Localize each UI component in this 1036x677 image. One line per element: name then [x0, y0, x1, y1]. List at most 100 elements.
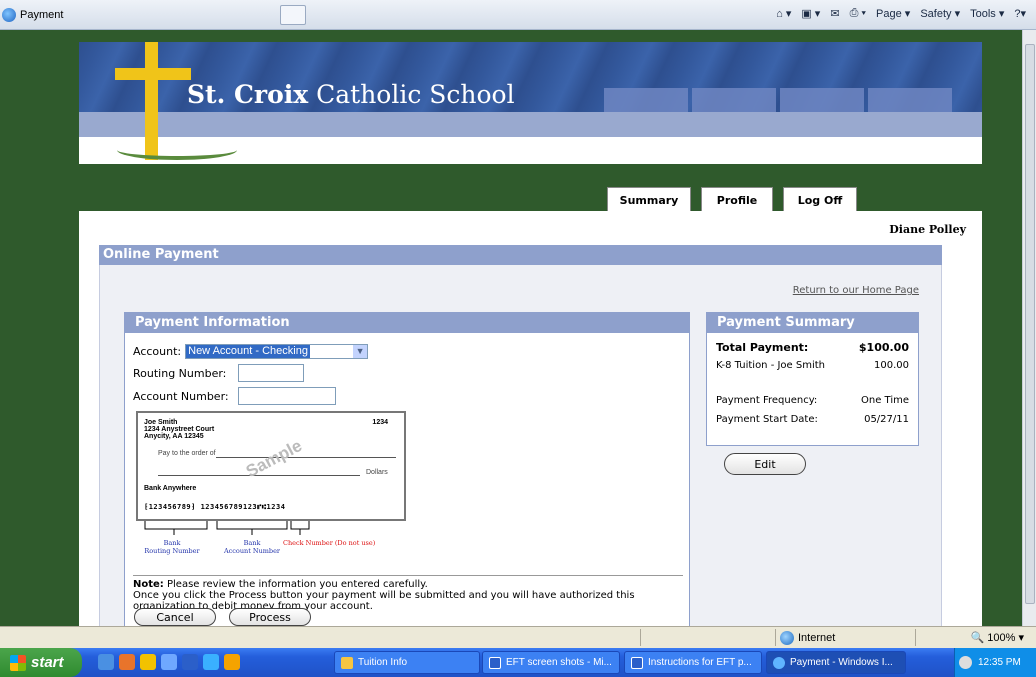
quick-launch-ie-icon[interactable] — [98, 654, 114, 670]
tab-summary[interactable]: Summary — [607, 187, 691, 213]
check-brackets — [141, 521, 421, 535]
word-icon — [631, 656, 643, 669]
account-selected-value: New Account - Checking — [186, 345, 310, 358]
task-eft-instructions[interactable]: Instructions for EFT p... — [624, 651, 762, 674]
mail-icon[interactable]: ✉ — [830, 7, 839, 20]
safety-menu[interactable]: Safety ▾ — [920, 7, 960, 20]
account-number-label: Account Number: — [133, 390, 229, 403]
tab-log-off[interactable]: Log Off — [783, 187, 857, 213]
home-page-link[interactable]: Return to our Home Page — [793, 285, 919, 296]
frequency-value: One Time — [860, 395, 909, 406]
system-tray: 12:35 PM — [954, 648, 1036, 677]
globe-icon — [780, 631, 794, 645]
ie-icon — [773, 656, 785, 669]
page-menu[interactable]: Page ▾ — [876, 7, 910, 20]
start-button[interactable]: start — [0, 648, 82, 677]
edit-button[interactable]: Edit — [724, 453, 806, 475]
clock: 12:35 PM — [978, 657, 1021, 668]
page-viewport: St. Croix Catholic School Summary Profil… — [0, 30, 1022, 626]
bank-account-label: Bank Account Number — [223, 539, 281, 555]
folder-icon — [341, 656, 353, 669]
frequency-row: Payment Frequency: One Time — [716, 395, 909, 406]
note-text: Note: Please review the information you … — [133, 575, 683, 612]
check-number: 1234 — [372, 419, 388, 426]
content-area: Diane Polley Online Payment Return to ou… — [79, 211, 982, 626]
print-icon[interactable]: ⎙ ▾ — [850, 7, 866, 20]
routing-number-input[interactable] — [238, 364, 304, 382]
account-label: Account: — [133, 345, 182, 358]
task-eft-screenshots[interactable]: EFT screen shots - Mi... — [482, 651, 620, 674]
start-date-row: Payment Start Date: 05/27/11 — [716, 414, 909, 425]
payment-information-header: Payment Information — [125, 313, 689, 333]
tools-menu[interactable]: Tools ▾ — [970, 7, 1004, 20]
user-name: Diane Polley — [889, 223, 966, 236]
quick-launch — [98, 654, 240, 670]
quick-launch-firefox-icon[interactable] — [119, 654, 135, 670]
total-payment-row: Total Payment: $100.00 — [716, 341, 909, 354]
quick-launch-outlook-icon[interactable] — [224, 654, 240, 670]
routing-row: Routing Number: — [133, 367, 226, 380]
quick-launch-word-icon[interactable] — [182, 654, 198, 670]
total-payment-value: $100.00 — [858, 341, 909, 354]
start-date-label: Payment Start Date: — [716, 414, 818, 425]
line-item-label: K-8 Tuition - Joe Smith — [716, 360, 826, 371]
scrollbar-thumb[interactable] — [1025, 44, 1035, 604]
frequency-label: Payment Frequency: — [716, 395, 818, 406]
status-bar: Internet 🔍 100% ▾ — [0, 626, 1036, 648]
payment-summary-header: Payment Summary — [707, 313, 918, 333]
process-button[interactable]: Process — [229, 608, 311, 626]
check-bank: Bank Anywhere — [144, 485, 197, 492]
tab-profile[interactable]: Profile — [701, 187, 773, 213]
browser-tab[interactable]: Payment — [2, 5, 63, 25]
home-icon[interactable]: ⌂ ▾ — [776, 7, 791, 20]
task-payment-browser[interactable]: Payment - Windows I... — [766, 651, 906, 674]
check-address1: 1234 Anystreet Court — [144, 426, 215, 433]
tray-icon[interactable] — [959, 656, 972, 669]
command-bar: ⌂ ▾ ▣ ▾ ✉ ⎙ ▾ Page ▾ Safety ▾ Tools ▾ ?▾ — [776, 7, 1026, 20]
ie-icon — [2, 8, 16, 22]
quick-launch-media-icon[interactable] — [140, 654, 156, 670]
swoosh-logo — [117, 146, 237, 160]
vertical-scrollbar[interactable] — [1022, 30, 1036, 626]
feeds-icon[interactable]: ▣ ▾ — [801, 7, 820, 20]
windows-flag-icon — [10, 654, 26, 671]
check-dollars: Dollars — [366, 469, 388, 476]
account-number-row: Account Number: — [133, 390, 229, 403]
help-icon[interactable]: ?▾ — [1014, 7, 1026, 20]
page-title: Online Payment — [99, 245, 942, 265]
chevron-down-icon[interactable]: ▼ — [353, 345, 368, 358]
check-address2: Anycity, AA 12345 — [144, 433, 204, 440]
cancel-button[interactable]: Cancel — [134, 608, 216, 626]
line-item-row: K-8 Tuition - Joe Smith 100.00 — [716, 360, 909, 371]
account-row: Account: New Account - Checking ▼ — [133, 344, 369, 359]
site-banner: St. Croix Catholic School — [79, 42, 982, 164]
browser-toolbar: Payment ⌂ ▾ ▣ ▾ ✉ ⎙ ▾ Page ▾ Safety ▾ To… — [0, 0, 1036, 30]
check-micr-line: ⁅123456789⁆ 123456789123⑈⑆1234 — [144, 503, 286, 511]
zoom-control[interactable]: 🔍 100% ▾ — [971, 631, 1024, 644]
security-zone[interactable]: Internet — [780, 631, 835, 645]
account-number-input[interactable] — [238, 387, 336, 405]
start-date-value: 05/27/11 — [864, 414, 909, 425]
check-pay-to: Pay to the order of — [158, 450, 216, 457]
payment-information-panel: Payment Information Account: New Account… — [124, 312, 690, 626]
task-tuition-info[interactable]: Tuition Info — [334, 651, 480, 674]
school-name: St. Croix Catholic School — [187, 80, 515, 109]
total-payment-label: Total Payment: — [716, 341, 809, 354]
new-tab-button[interactable] — [280, 5, 306, 25]
word-icon — [489, 656, 501, 669]
quick-launch-ie2-icon[interactable] — [203, 654, 219, 670]
browser-tab-title: Payment — [20, 9, 64, 21]
online-payment-body: Return to our Home Page Payment Informat… — [99, 265, 942, 626]
taskbar: start Tuition Info EFT screen shots - Mi… — [0, 648, 1036, 677]
payment-summary-panel: Payment Summary Total Payment: $100.00 K… — [706, 312, 919, 446]
check-number-label: Check Number (Do not use) — [283, 539, 376, 547]
account-select[interactable]: New Account - Checking ▼ — [185, 344, 369, 359]
check-name: Joe Smith — [144, 419, 178, 426]
line-item-value: 100.00 — [874, 360, 909, 371]
sample-check-image: Joe Smith 1234 Anystreet Court Anycity, … — [136, 411, 406, 521]
nav-tabs: Summary Profile Log Off — [607, 187, 857, 213]
zone-label: Internet — [798, 632, 836, 644]
quick-launch-desktop-icon[interactable] — [161, 654, 177, 670]
routing-number-label: Bank Routing Number — [144, 539, 200, 555]
cross-logo — [145, 42, 158, 160]
